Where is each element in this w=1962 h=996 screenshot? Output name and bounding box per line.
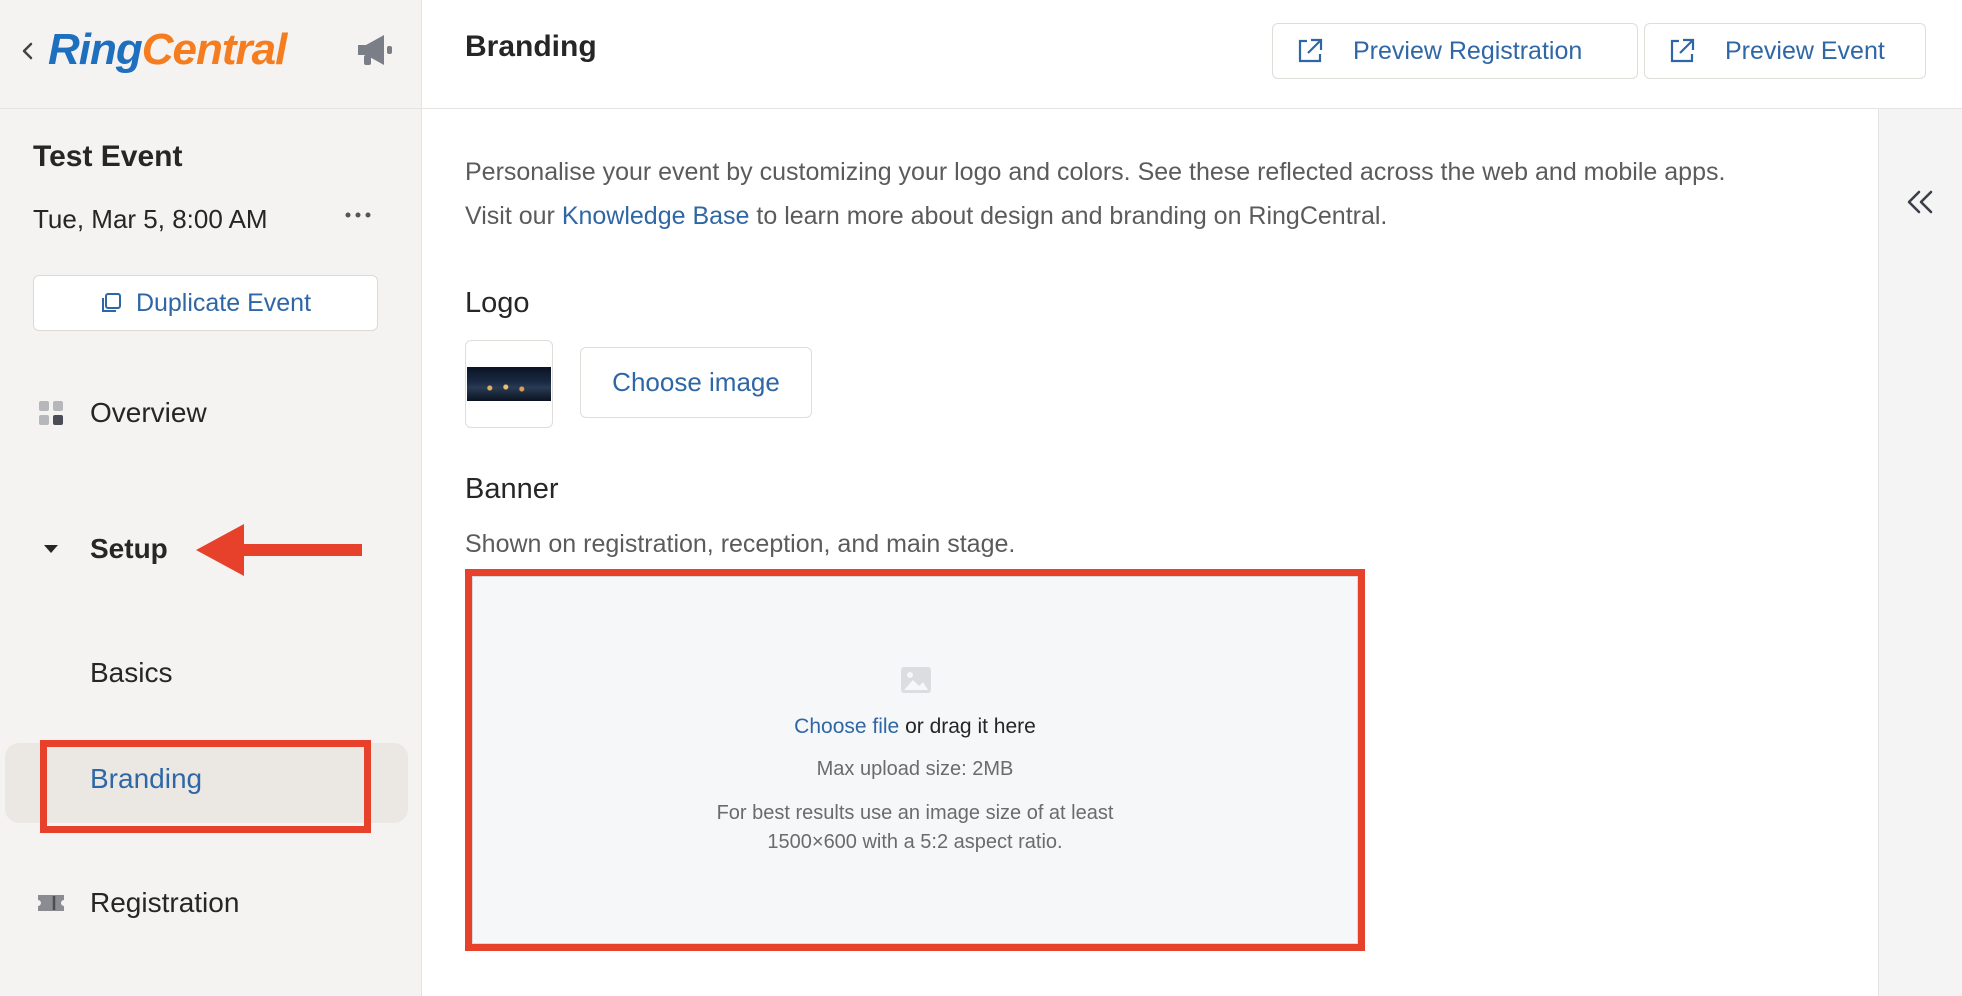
sidebar-item-label: Registration [90, 887, 240, 918]
grid-icon [39, 401, 63, 425]
sidebar-item-label: Overview [90, 397, 207, 428]
sidebar-item-overview[interactable]: Overview [0, 392, 421, 434]
preview-event-label: Preview Event [1725, 36, 1885, 65]
banner-section-title: Banner [465, 473, 559, 505]
sidebar-item-label: Basics [90, 657, 173, 688]
preview-registration-label: Preview Registration [1353, 36, 1583, 65]
logo-thumbnail[interactable] [465, 340, 553, 428]
external-link-icon [1298, 38, 1323, 63]
preview-event-button[interactable]: Preview Event [1644, 23, 1926, 79]
red-arrow-annotation [196, 524, 362, 576]
page-header: Branding Preview Registration Preview Ev… [422, 0, 1962, 109]
intro-line-2-post: to learn more about design and branding … [749, 202, 1388, 230]
branding-highlight-box [40, 740, 371, 833]
sidebar-item-label: Setup [90, 533, 168, 564]
event-date: Tue, Mar 5, 8:00 AM [33, 204, 268, 234]
external-link-icon [1670, 38, 1695, 63]
brand-bar: RingCentral [0, 0, 421, 109]
ticket-icon [38, 895, 64, 911]
event-name: Test Event [33, 140, 183, 173]
caret-down-icon [44, 545, 58, 553]
duplicate-event-label: Duplicate Event [135, 288, 312, 317]
copy-icon [101, 293, 121, 312]
intro-line-2-pre: Visit our [465, 202, 562, 230]
intro-text: Personalise your event by customizing yo… [465, 150, 1865, 238]
double-chevron-left-icon[interactable] [1903, 185, 1937, 219]
intro-line-2: Visit our Knowledge Base to learn more a… [465, 194, 1865, 238]
logo-central-text: Central [141, 25, 288, 74]
intro-line-1: Personalise your event by customizing yo… [465, 158, 1726, 186]
sidebar-item-registration[interactable]: Registration [0, 882, 421, 924]
knowledge-base-link[interactable]: Knowledge Base [562, 202, 750, 230]
choose-image-button[interactable]: Choose image [580, 347, 812, 418]
right-rail [1878, 109, 1962, 996]
sidebar-item-basics[interactable]: Basics [0, 652, 421, 694]
sidebar: RingCentral Test Event Tue, Mar 5, 8:00 … [0, 0, 422, 996]
logo-section-title: Logo [465, 287, 530, 319]
page-title: Branding [465, 30, 597, 63]
duplicate-event-button[interactable]: Duplicate Event [33, 275, 378, 331]
logo-preview-image [467, 367, 551, 401]
banner-highlight-box [465, 569, 1365, 951]
preview-registration-button[interactable]: Preview Registration [1272, 23, 1638, 79]
more-dots-icon[interactable] [344, 210, 372, 220]
logo-ring-text: Ring [48, 25, 143, 74]
chevron-left-icon[interactable] [18, 38, 38, 64]
megaphone-icon[interactable] [354, 30, 398, 70]
banner-subtitle: Shown on registration, reception, and ma… [465, 530, 1016, 558]
ringcentral-logo[interactable]: RingCentral [48, 22, 288, 78]
